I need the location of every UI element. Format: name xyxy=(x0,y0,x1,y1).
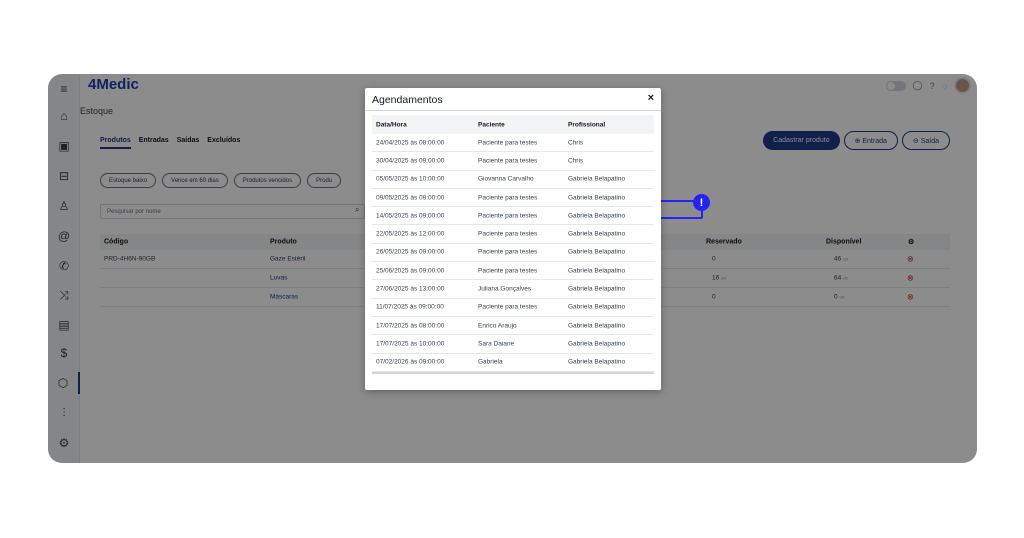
cell-profissional: Gabriela Belapatino xyxy=(568,267,626,275)
header-data-hora: Data/Hora xyxy=(376,121,407,128)
cell-profissional: Gabriela Belapatino xyxy=(568,175,626,183)
cell-data-hora: 26/05/2025 às 09:00:00 xyxy=(376,248,445,256)
table-row: 05/05/2025 às 10:00:00 Giovanna Carvalho G… xyxy=(372,171,654,189)
cell-paciente: Paciente para testes xyxy=(478,303,538,311)
agendamentos-modal: Agendamentos × Data/Hora Paciente Profis… xyxy=(365,88,661,390)
cell-data-hora: 17/07/2025 às 10:00:00 xyxy=(376,340,445,348)
table-row: 24/04/2025 às 08:00:00 Paciente para test… xyxy=(372,134,654,153)
cell-profissional: Gabriela Belapatino xyxy=(568,322,626,330)
cell-data-hora: 25/06/2025 às 09:00:00 xyxy=(376,267,445,275)
cell-paciente: Paciente para testes xyxy=(478,248,538,256)
table-row: 17/07/2025 às 08:00:00 Enrico Araujo Gabri… xyxy=(372,317,654,336)
cell-paciente: Giovanna Carvalho xyxy=(478,175,534,183)
cell-data-hora: 11/07/2025 às 09:00:00 xyxy=(376,303,444,311)
table-row: 14/05/2025 às 09:00:00 Paciente para test… xyxy=(372,207,654,226)
cell-data-hora: 24/04/2025 às 08:00:00 xyxy=(376,139,445,147)
modal-table-header: Data/Hora Paciente Profissional xyxy=(372,115,654,134)
table-row: 11/07/2025 às 09:00:00 Paciente para test… xyxy=(372,299,654,317)
cell-paciente: Gabriela xyxy=(478,358,503,366)
cell-paciente: Paciente para testes xyxy=(478,212,538,220)
table-row: 09/05/2025 às 09:00:00 Paciente para test… xyxy=(372,189,654,208)
modal-table-footer xyxy=(372,371,654,374)
cell-profissional: Gabriela Belapatino xyxy=(568,248,626,256)
table-row: 17/07/2025 às 10:00:00 Sara Daiane Gabriel… xyxy=(372,335,654,354)
header-paciente: Paciente xyxy=(478,121,505,128)
cell-data-hora: 05/05/2025 às 10:00:00 xyxy=(376,175,445,183)
cell-profissional: Gabriela Belapatino xyxy=(568,212,626,220)
table-row: 26/05/2025 às 09:00:00 Paciente para test… xyxy=(372,244,654,263)
cell-paciente: Sara Daiane xyxy=(478,340,515,348)
cell-profissional: Gabriela Belapatino xyxy=(568,303,626,311)
modal-divider xyxy=(365,110,661,111)
cell-profissional: Chris xyxy=(568,139,584,147)
cell-data-hora: 14/05/2025 às 09:00:00 xyxy=(376,212,445,220)
cell-paciente: Paciente para testes xyxy=(478,194,538,202)
cell-paciente: Paciente para testes xyxy=(478,157,538,165)
cell-data-hora: 09/05/2025 às 09:00:00 xyxy=(376,194,445,202)
cell-paciente: Paciente para testes xyxy=(478,267,538,275)
cell-paciente: Paciente para testes xyxy=(478,230,538,238)
cell-paciente: Enrico Araujo xyxy=(478,322,517,330)
cell-data-hora: 17/07/2025 às 08:00:00 xyxy=(376,322,445,330)
close-icon[interactable]: × xyxy=(648,92,654,104)
agendamentos-table: Data/Hora Paciente Profissional 24/04/20… xyxy=(372,115,654,374)
table-row: 30/04/2025 às 09:00:00 Paciente para test… xyxy=(372,152,654,171)
cell-paciente: Juliana Gonçalves xyxy=(478,285,532,293)
cell-data-hora: 27/06/2025 às 13:00:00 xyxy=(376,285,445,293)
cell-data-hora: 22/05/2025 às 12:00:00 xyxy=(376,230,445,238)
modal-title: Agendamentos xyxy=(372,94,443,106)
table-row: 27/06/2025 às 13:00:00 Juliana Gonçalves G… xyxy=(372,280,654,299)
cell-profissional: Gabriela Belapatino xyxy=(568,340,626,348)
table-row: 07/02/2026 às 09:00:00 Gabriela Gabriela B… xyxy=(372,354,654,372)
cell-profissional: Gabriela Belapatino xyxy=(568,358,626,366)
cell-profissional: Gabriela Belapatino xyxy=(568,285,626,293)
cell-data-hora: 07/02/2026 às 09:00:00 xyxy=(376,358,445,366)
table-row: 22/05/2025 às 12:00:00 Paciente para test… xyxy=(372,225,654,244)
cell-profissional: Gabriela Belapatino xyxy=(568,194,626,202)
cell-data-hora: 30/04/2025 às 09:00:00 xyxy=(376,157,445,165)
cell-paciente: Paciente para testes xyxy=(478,139,538,147)
header-profissional: Profissional xyxy=(568,121,606,128)
table-row: 25/06/2025 às 09:00:00 Paciente para test… xyxy=(372,262,654,281)
cell-profissional: Gabriela Belapatino xyxy=(568,230,626,238)
cell-profissional: Chris xyxy=(568,157,584,165)
alert-badge: ! xyxy=(693,194,710,211)
